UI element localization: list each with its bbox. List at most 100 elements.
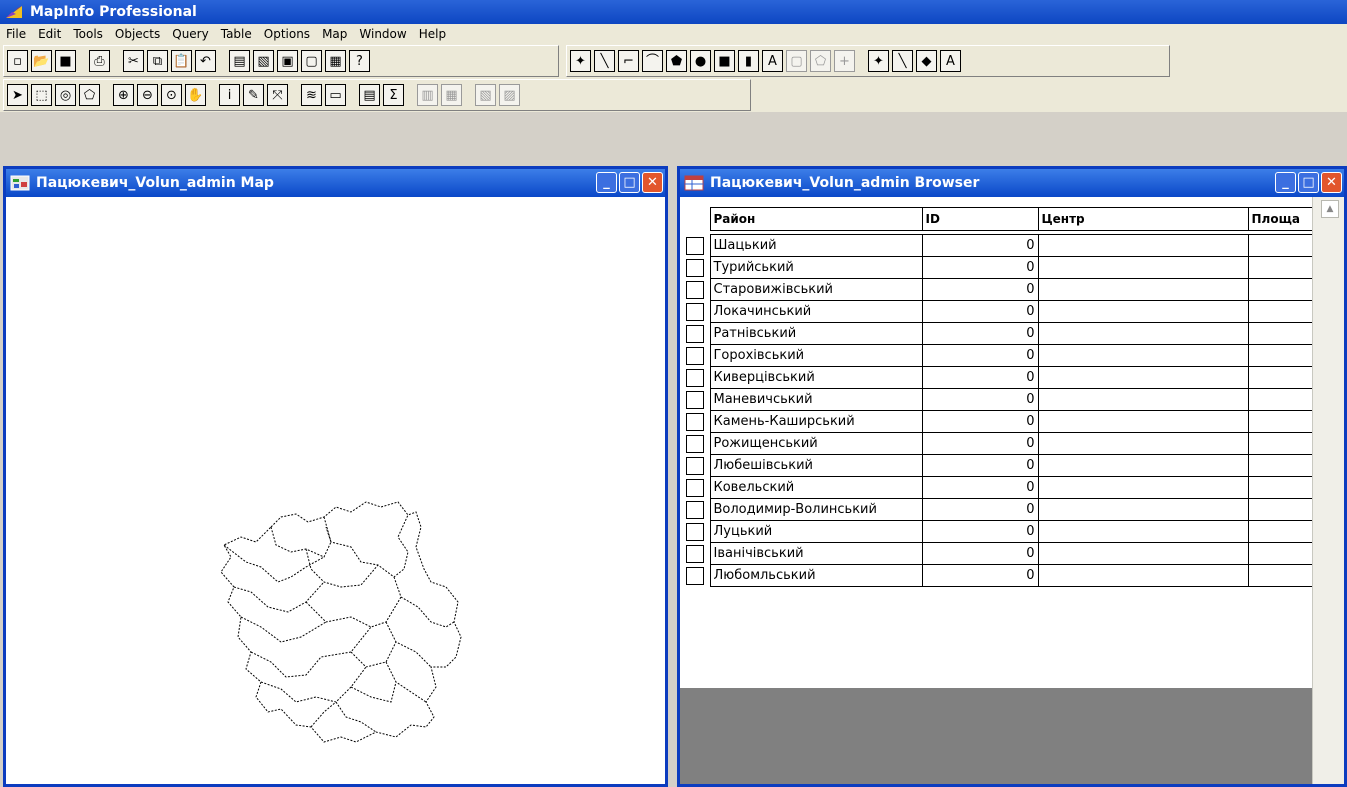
text-style-icon[interactable]: A [940,50,961,72]
cell-ploshcha[interactable] [1247,366,1313,389]
symbol-icon[interactable]: ✦ [570,50,591,72]
row-select-box[interactable] [680,367,710,389]
map-canvas[interactable] [6,197,665,784]
cell-id[interactable]: 0 [921,234,1039,257]
table-row[interactable]: Локачинський 0 [680,300,1313,323]
table-row[interactable]: Іванічівський 0 [680,542,1313,565]
cell-ploshcha[interactable] [1247,344,1313,367]
cell-tsentr[interactable] [1037,278,1249,301]
line-icon[interactable]: ╲ [594,50,615,72]
cut-icon[interactable]: ✂ [123,50,144,72]
cell-rayon[interactable]: Старовижівський [709,278,923,301]
minimize-button[interactable]: _ [1275,172,1296,193]
new-mapper-icon[interactable]: ▧ [253,50,274,72]
cell-tsentr[interactable] [1037,564,1249,587]
table-row[interactable]: Рожищенський 0 [680,432,1313,455]
cell-id[interactable]: 0 [921,344,1039,367]
table-row[interactable]: Ратнівський 0 [680,322,1313,345]
cell-rayon[interactable]: Ковельский [709,476,923,499]
arc-icon[interactable]: ⌒ [642,50,663,72]
drag-map-icon[interactable]: ⤧ [267,84,288,106]
cell-id[interactable]: 0 [921,454,1039,477]
reshape-icon[interactable]: ⬠ [810,50,831,72]
cell-id[interactable]: 0 [921,564,1039,587]
layer-control-icon[interactable]: ≋ [301,84,322,106]
hotlink-icon[interactable]: ▥ [417,84,438,106]
cell-id[interactable]: 0 [921,300,1039,323]
cell-ploshcha[interactable] [1247,234,1313,257]
open-icon[interactable]: 📂 [31,50,52,72]
ruler-icon[interactable]: ▭ [325,84,346,106]
new-browser-icon[interactable]: ▤ [229,50,250,72]
cell-ploshcha[interactable] [1247,300,1313,323]
cell-ploshcha[interactable] [1247,454,1313,477]
scroll-up-button[interactable]: ▲ [1321,200,1339,218]
cell-tsentr[interactable] [1037,388,1249,411]
cell-ploshcha[interactable] [1247,278,1313,301]
cell-ploshcha[interactable] [1247,432,1313,455]
cell-ploshcha[interactable] [1247,564,1313,587]
polygon-select-icon[interactable]: ⬠ [79,84,100,106]
add-node-icon[interactable]: + [834,50,855,72]
row-select-box[interactable] [680,301,710,323]
menu-options[interactable]: Options [258,27,316,41]
cell-ploshcha[interactable] [1247,256,1313,279]
row-select-box[interactable] [680,455,710,477]
column-header-id[interactable]: ID [921,207,1039,231]
table-row[interactable]: Ковельский 0 [680,476,1313,499]
cell-id[interactable]: 0 [921,278,1039,301]
rounded-rectangle-icon[interactable]: ▮ [738,50,759,72]
print-icon[interactable]: ⎙ [89,50,110,72]
menu-tools[interactable]: Tools [67,27,109,41]
cell-ploshcha[interactable] [1247,498,1313,521]
cell-rayon[interactable]: Любомльський [709,564,923,587]
cell-rayon[interactable]: Рожищенський [709,432,923,455]
undo-icon[interactable]: ↶ [195,50,216,72]
cell-rayon[interactable]: Киверцівський [709,366,923,389]
table-row[interactable]: Киверцівський 0 [680,366,1313,389]
frame-icon[interactable]: ▢ [786,50,807,72]
paste-icon[interactable]: 📋 [171,50,192,72]
cell-rayon[interactable]: Шацький [709,234,923,257]
cell-tsentr[interactable] [1037,234,1249,257]
menu-objects[interactable]: Objects [109,27,166,41]
cell-tsentr[interactable] [1037,344,1249,367]
polyline-icon[interactable]: ⌐ [618,50,639,72]
row-select-box[interactable] [680,411,710,433]
row-select-box[interactable] [680,235,710,257]
cell-id[interactable]: 0 [921,366,1039,389]
cell-ploshcha[interactable] [1247,410,1313,433]
menu-table[interactable]: Table [215,27,258,41]
cell-ploshcha[interactable] [1247,322,1313,345]
label-icon[interactable]: ✎ [243,84,264,106]
table-row[interactable]: Маневичський 0 [680,388,1313,411]
cell-tsentr[interactable] [1037,542,1249,565]
row-select-box[interactable] [680,499,710,521]
column-header-ploshcha[interactable]: Площа [1247,207,1313,231]
cell-tsentr[interactable] [1037,410,1249,433]
cell-rayon[interactable]: Іванічівський [709,542,923,565]
row-select-box[interactable] [680,257,710,279]
cell-tsentr[interactable] [1037,520,1249,543]
clip-region-icon[interactable]: ▦ [441,84,462,106]
menu-query[interactable]: Query [166,27,214,41]
cell-rayon[interactable]: Локачинський [709,300,923,323]
help-icon[interactable]: ? [349,50,370,72]
table-row[interactable]: Любешівський 0 [680,454,1313,477]
legend-icon[interactable]: ▤ [359,84,380,106]
row-select-box[interactable] [680,543,710,565]
cell-tsentr[interactable] [1037,300,1249,323]
new-grapher-icon[interactable]: ▣ [277,50,298,72]
zoom-in-icon[interactable]: ⊕ [113,84,134,106]
table-row[interactable]: Камень-Каширський 0 [680,410,1313,433]
minimize-button[interactable]: _ [596,172,617,193]
cell-rayon[interactable]: Ратнівський [709,322,923,345]
save-icon[interactable]: ■ [55,50,76,72]
menu-edit[interactable]: Edit [32,27,67,41]
cell-tsentr[interactable] [1037,256,1249,279]
table-row[interactable]: Старовижівський 0 [680,278,1313,301]
cell-tsentr[interactable] [1037,322,1249,345]
zoom-out-icon[interactable]: ⊖ [137,84,158,106]
select-icon[interactable]: ➤ [7,84,28,106]
menu-help[interactable]: Help [413,27,452,41]
